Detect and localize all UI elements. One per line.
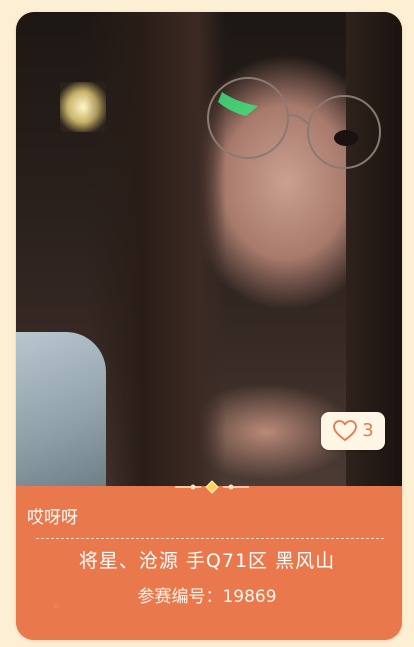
photo-shirt [16,332,106,486]
like-button[interactable]: 3 [321,412,385,450]
like-count: 3 [362,420,374,441]
contestant-name: 哎呀呀 [27,508,78,528]
glasses-illustration [207,77,381,169]
page: 3 哎呀呀 将星、沧源 手Q71区 黑风山 参赛编号：19869 [0,0,414,647]
dashed-divider [36,538,384,539]
entry-number: 参赛编号：19869 [137,587,277,607]
heart-outline-icon [333,420,358,441]
divider-ornament [175,480,249,494]
contestant-team: 将星、沧源 手Q71区 黑风山 [78,550,336,572]
